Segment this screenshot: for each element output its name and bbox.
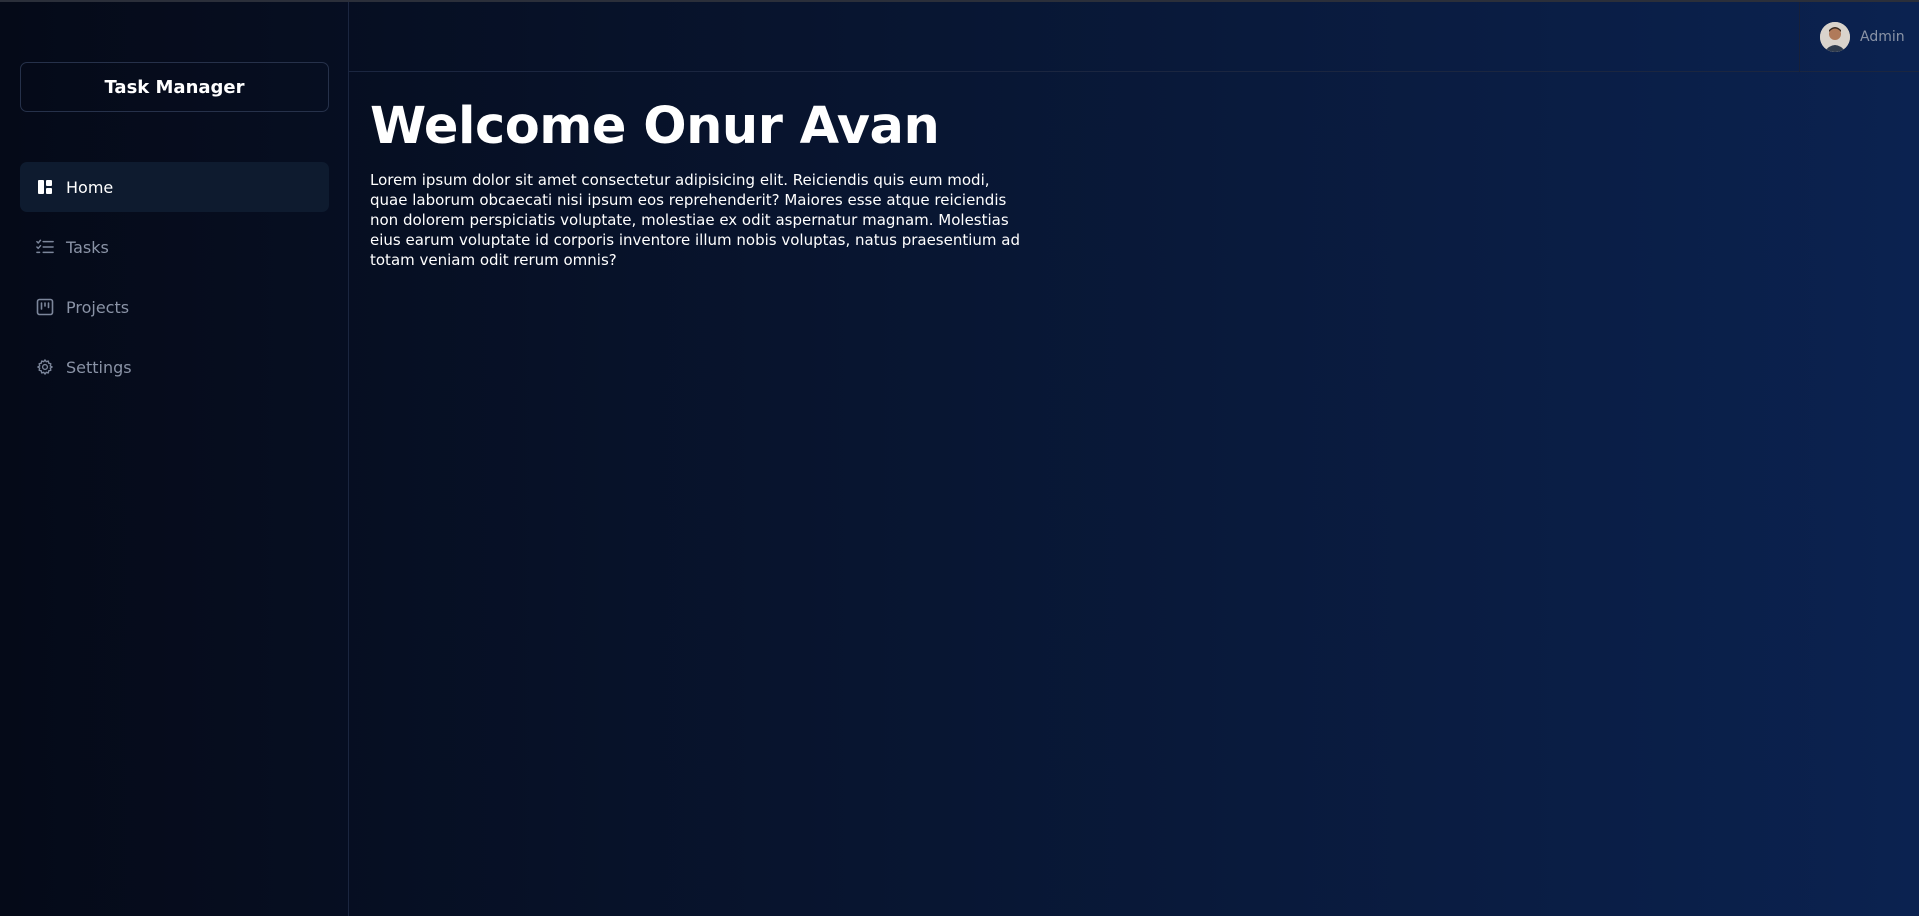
sidebar-item-tasks[interactable]: Tasks <box>20 222 329 272</box>
checklist-icon <box>36 238 54 256</box>
page-description: Lorem ipsum dolor sit amet consectetur a… <box>370 171 1021 269</box>
brand-title[interactable]: Task Manager <box>20 62 329 112</box>
avatar[interactable] <box>1820 22 1850 52</box>
user-menu[interactable]: Admin <box>1799 2 1919 72</box>
sidebar-item-label: Home <box>66 177 114 197</box>
sidebar-item-settings[interactable]: Settings <box>20 342 329 392</box>
sidebar: Task Manager Home Tasks Projects Setting… <box>0 2 349 916</box>
page-title: Welcome Onur Avan <box>370 97 940 156</box>
kanban-icon <box>36 298 54 316</box>
sidebar-item-home[interactable]: Home <box>20 162 329 212</box>
user-name: Admin <box>1860 29 1905 45</box>
sidebar-item-projects[interactable]: Projects <box>20 282 329 332</box>
main-content: Welcome Onur Avan Lorem ipsum dolor sit … <box>370 92 1030 270</box>
sidebar-item-label: Settings <box>66 357 132 377</box>
top-bar: Admin <box>349 2 1919 72</box>
sidebar-item-label: Projects <box>66 297 130 317</box>
dashboard-icon <box>36 178 54 196</box>
sidebar-nav: Home Tasks Projects Settings <box>20 162 329 402</box>
app-window: Task Manager Home Tasks Projects Setting… <box>0 0 1919 916</box>
gear-icon <box>36 358 54 376</box>
sidebar-item-label: Tasks <box>66 237 109 257</box>
